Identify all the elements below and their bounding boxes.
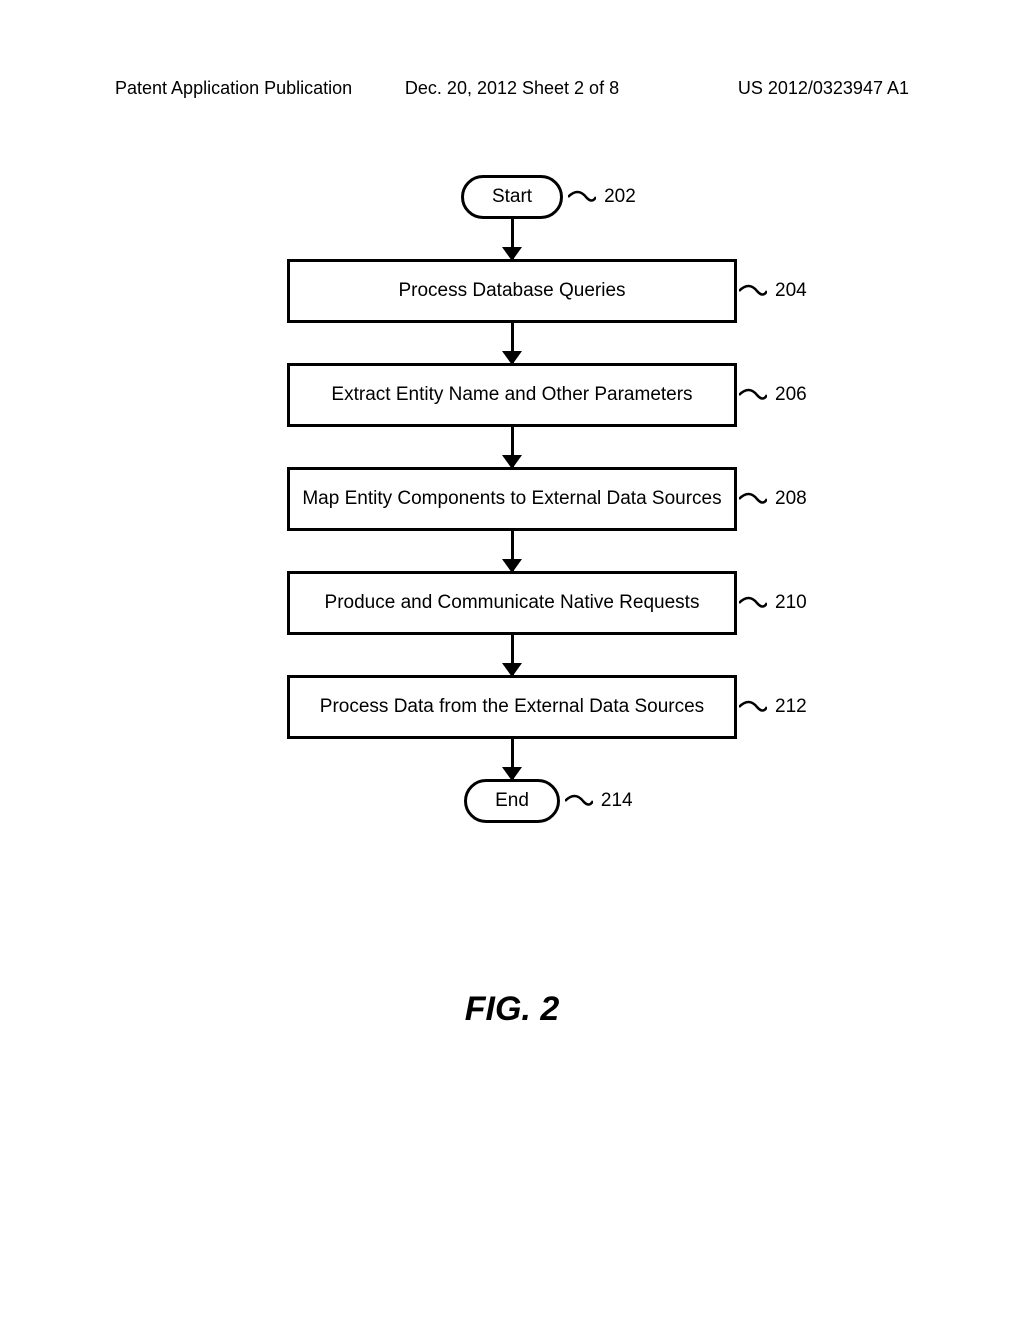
connector-icon [739, 387, 767, 403]
connector-icon [739, 595, 767, 611]
start-terminator: Start 202 [461, 175, 563, 219]
arrow-icon [511, 739, 514, 779]
end-label: 214 [565, 790, 633, 812]
header-right-text: US 2012/0323947 A1 [738, 78, 909, 99]
connector-icon [739, 491, 767, 507]
arrow-icon [511, 427, 514, 467]
step-text: Produce and Communicate Native Requests [325, 592, 700, 613]
step-label: 208 [739, 488, 807, 510]
arrow-icon [511, 635, 514, 675]
process-step-2: Extract Entity Name and Other Parameters… [287, 363, 737, 427]
step-label: 206 [739, 384, 807, 406]
arrow-container [511, 219, 514, 259]
step-text: Map Entity Components to External Data S… [302, 488, 721, 509]
connector-icon [739, 283, 767, 299]
arrow-container [511, 531, 514, 571]
step-text: Process Data from the External Data Sour… [320, 696, 704, 717]
arrow-icon [511, 531, 514, 571]
connector-icon [568, 189, 596, 205]
process-step-4: Produce and Communicate Native Requests … [287, 571, 737, 635]
step-text: Process Database Queries [398, 280, 625, 301]
flowchart-container: Start 202 Process Database Queries 204 E… [287, 175, 737, 823]
step-text: Extract Entity Name and Other Parameters [331, 384, 692, 405]
process-step-3: Map Entity Components to External Data S… [287, 467, 737, 531]
arrow-container [511, 635, 514, 675]
arrow-icon [511, 219, 514, 259]
start-text: Start [492, 186, 532, 207]
process-step-1: Process Database Queries 204 [287, 259, 737, 323]
connector-icon [565, 793, 593, 809]
arrow-container [511, 323, 514, 363]
header-center-text: Dec. 20, 2012 Sheet 2 of 8 [405, 78, 619, 99]
step-label: 210 [739, 592, 807, 614]
end-text: End [495, 790, 529, 811]
arrow-icon [511, 323, 514, 363]
arrow-container [511, 739, 514, 779]
figure-label: FIG. 2 [465, 990, 559, 1029]
page-header: Patent Application Publication Dec. 20, … [0, 78, 1024, 99]
start-label: 202 [568, 186, 636, 208]
step-label: 204 [739, 280, 807, 302]
header-left-text: Patent Application Publication [115, 78, 352, 99]
process-step-5: Process Data from the External Data Sour… [287, 675, 737, 739]
arrow-container [511, 427, 514, 467]
connector-icon [739, 699, 767, 715]
step-label: 212 [739, 696, 807, 718]
end-terminator: End 214 [464, 779, 560, 823]
